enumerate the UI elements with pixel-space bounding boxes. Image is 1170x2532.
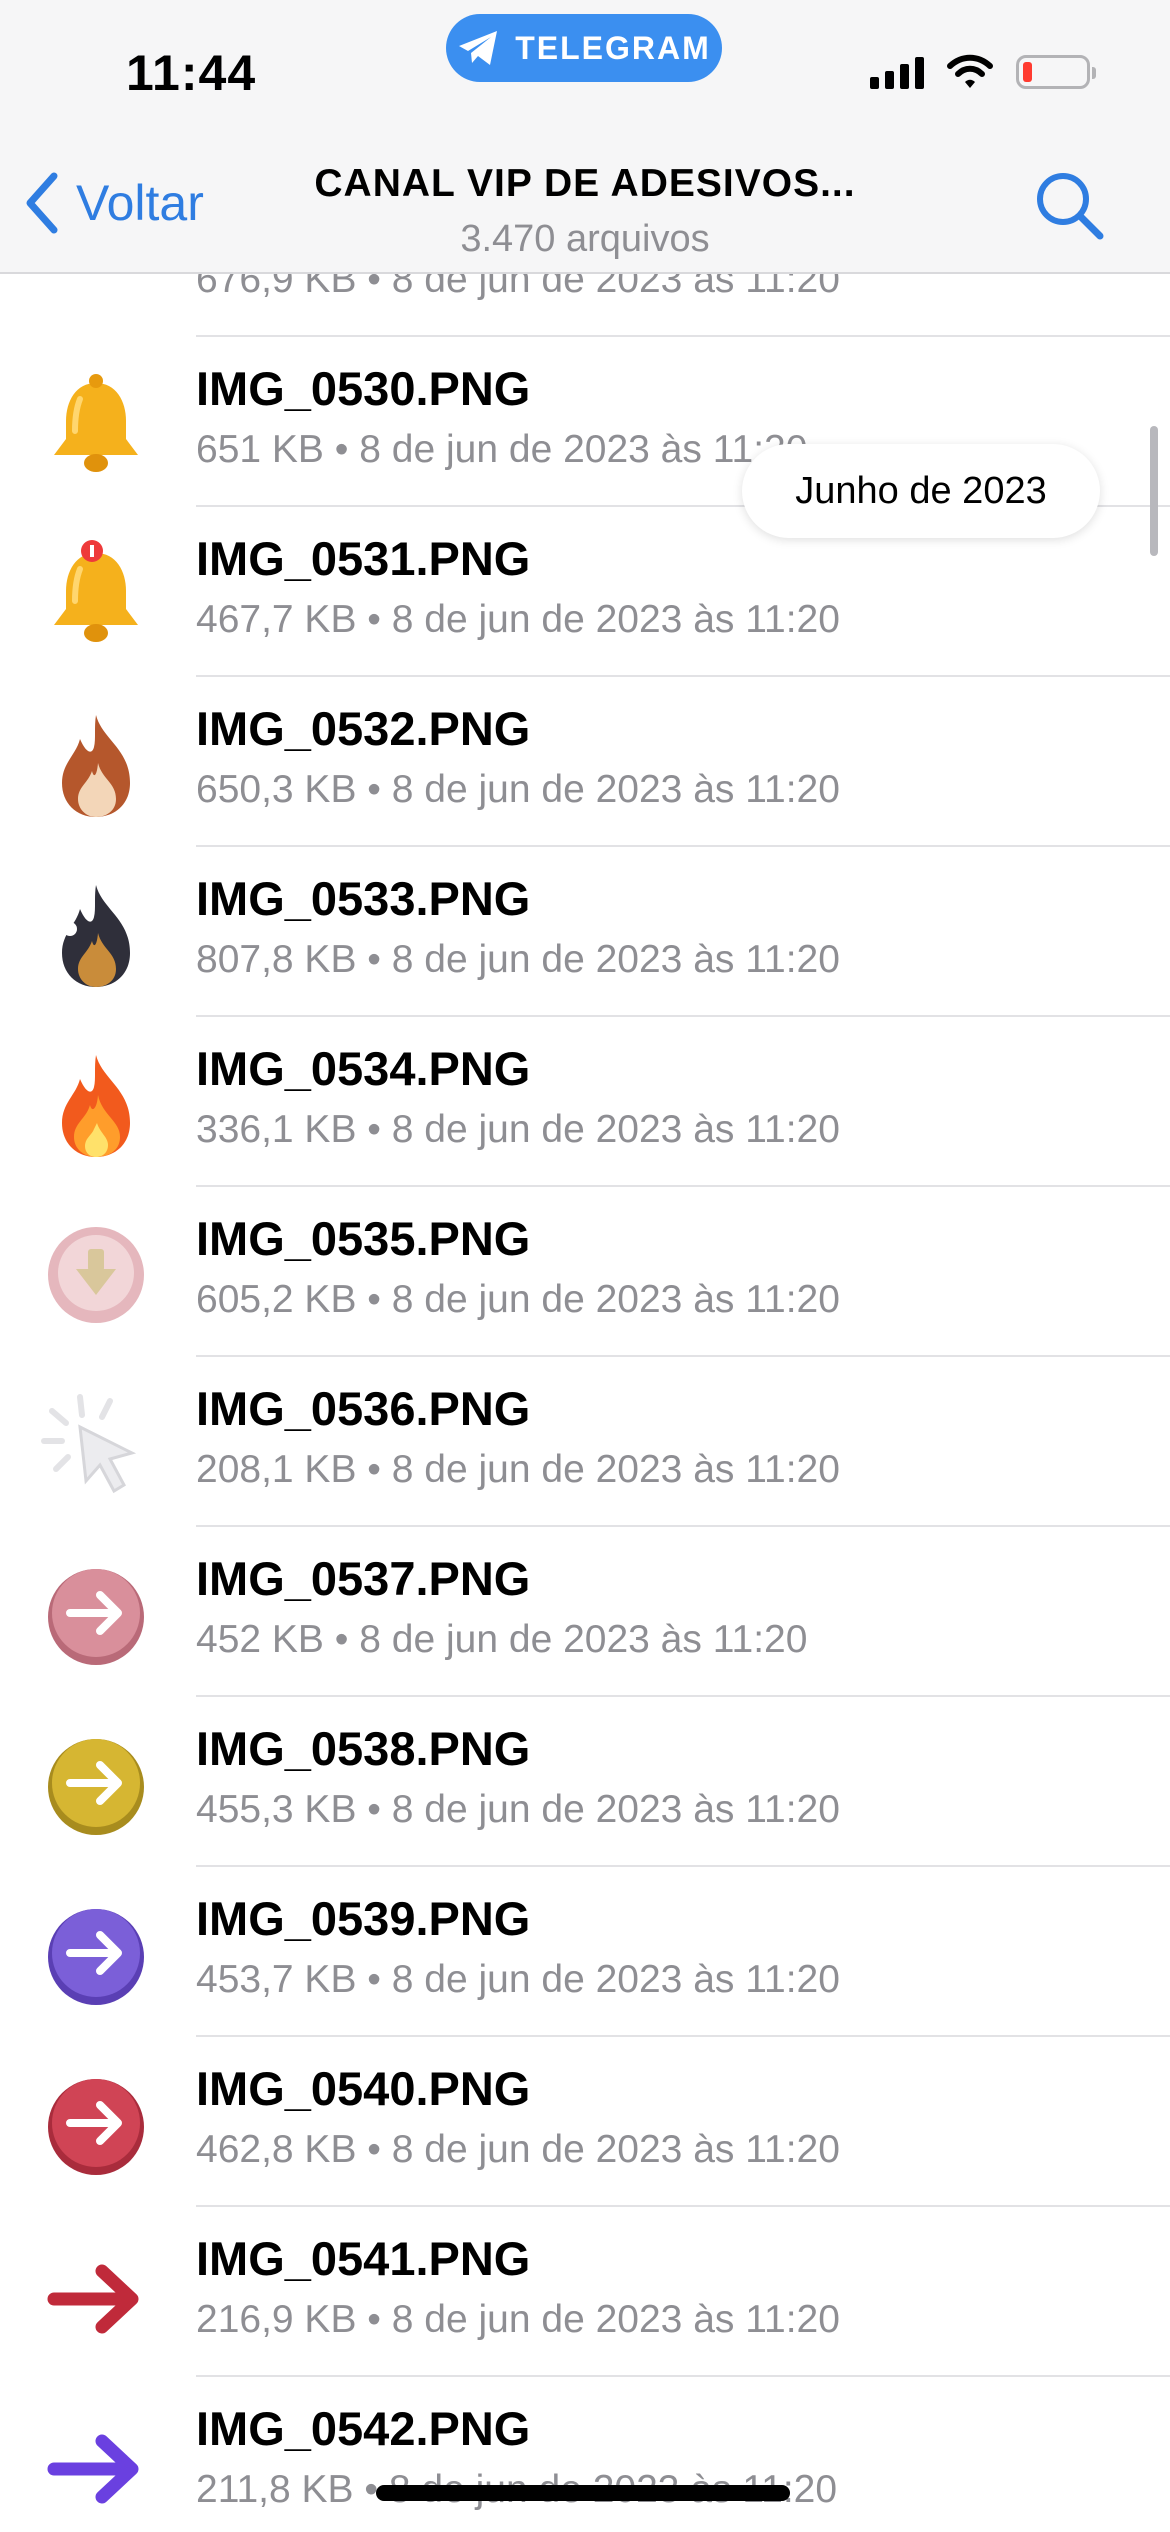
status-icons — [870, 54, 1096, 90]
arrow-button-pink-icon — [40, 1559, 152, 1671]
header: 11:44 TELEGRAM Voltar CANAL VIP DE ADESI… — [0, 0, 1170, 274]
file-name: IMG_0542.PNG — [196, 2402, 531, 2455]
screen: 676,9 KB • 8 de jun de 2023 às 11:20 IMG… — [0, 0, 1170, 2532]
arrow-purple-icon — [40, 2409, 152, 2521]
telegram-icon — [459, 31, 498, 65]
file-meta: 807,8 KB • 8 de jun de 2023 às 11:20 — [196, 938, 840, 981]
file-meta: 452 KB • 8 de jun de 2023 às 11:20 — [196, 1618, 808, 1661]
file-name: IMG_0540.PNG — [196, 2062, 531, 2115]
file-name: IMG_0531.PNG — [196, 532, 531, 585]
file-count: 3.470 arquivos — [460, 218, 710, 260]
date-section-chip: Junho de 2023 — [742, 444, 1100, 538]
download-button-icon — [40, 1219, 152, 1331]
file-name: IMG_0541.PNG — [196, 2232, 531, 2285]
app-pill-label: TELEGRAM — [515, 29, 711, 66]
back-label: Voltar — [76, 175, 204, 231]
arrow-button-red-icon — [40, 2069, 152, 2181]
file-meta: 467,7 KB • 8 de jun de 2023 às 11:20 — [196, 598, 840, 641]
file-name: IMG_0533.PNG — [196, 872, 531, 925]
back-button[interactable]: Voltar — [22, 170, 204, 236]
file-name: IMG_0530.PNG — [196, 362, 531, 415]
file-name: IMG_0538.PNG — [196, 1722, 531, 1775]
battery-icon — [1016, 55, 1096, 89]
file-name: IMG_0534.PNG — [196, 1042, 531, 1095]
search-icon — [1037, 173, 1104, 240]
file-meta: 455,3 KB • 8 de jun de 2023 às 11:20 — [196, 1788, 840, 1831]
search-button[interactable] — [1030, 166, 1110, 246]
file-name: IMG_0532.PNG — [196, 702, 531, 755]
file-meta: 208,1 KB • 8 de jun de 2023 às 11:20 — [196, 1448, 840, 1491]
arrow-button-purple-icon — [40, 1899, 152, 2011]
channel-title: CANAL VIP DE ADESIVOS... — [314, 162, 856, 205]
file-meta: 216,9 KB • 8 de jun de 2023 às 11:20 — [196, 2298, 840, 2341]
file-row[interactable]: IMG_0537.PNG 452 KB • 8 de jun de 2023 à… — [0, 1527, 1170, 1697]
bell-icon — [40, 369, 152, 481]
chevron-left-icon — [26, 172, 58, 234]
wifi-icon — [947, 54, 993, 88]
file-row[interactable]: IMG_0536.PNG 208,1 KB • 8 de jun de 2023… — [0, 1357, 1170, 1527]
file-row[interactable]: IMG_0541.PNG 216,9 KB • 8 de jun de 2023… — [0, 2207, 1170, 2377]
file-row[interactable]: IMG_0533.PNG 807,8 KB • 8 de jun de 2023… — [0, 847, 1170, 1017]
home-indicator[interactable] — [376, 2485, 790, 2501]
scroll-indicator[interactable] — [1150, 426, 1158, 556]
file-meta: 336,1 KB • 8 de jun de 2023 às 11:20 — [196, 1108, 840, 1151]
return-to-app-pill[interactable]: TELEGRAM — [446, 14, 722, 82]
battery-level — [1023, 62, 1032, 82]
file-row[interactable]: IMG_0540.PNG 462,8 KB • 8 de jun de 2023… — [0, 2037, 1170, 2207]
fire-brown-icon — [40, 709, 152, 821]
file-name: IMG_0537.PNG — [196, 1552, 531, 1605]
file-name: IMG_0539.PNG — [196, 1892, 531, 1945]
file-row[interactable]: IMG_0539.PNG 453,7 KB • 8 de jun de 2023… — [0, 1867, 1170, 2037]
cursor-click-icon — [40, 1389, 152, 1501]
fire-dark-icon — [40, 879, 152, 991]
arrow-red-icon — [40, 2239, 152, 2351]
file-meta: 651 KB • 8 de jun de 2023 às 11:20 — [196, 428, 808, 471]
file-row[interactable]: IMG_0535.PNG 605,2 KB • 8 de jun de 2023… — [0, 1187, 1170, 1357]
file-name: IMG_0536.PNG — [196, 1382, 531, 1435]
fire-icon — [40, 1049, 152, 1161]
file-meta: 650,3 KB • 8 de jun de 2023 às 11:20 — [196, 768, 840, 811]
file-meta: 605,2 KB • 8 de jun de 2023 às 11:20 — [196, 1278, 840, 1321]
arrow-button-gold-icon — [40, 1729, 152, 1841]
file-row[interactable]: IMG_0538.PNG 455,3 KB • 8 de jun de 2023… — [0, 1697, 1170, 1867]
file-name: IMG_0535.PNG — [196, 1212, 531, 1265]
file-row[interactable]: IMG_0534.PNG 336,1 KB • 8 de jun de 2023… — [0, 1017, 1170, 1187]
bell-notification-icon — [40, 539, 152, 651]
signal-icon — [870, 55, 924, 89]
file-row[interactable]: IMG_0532.PNG 650,3 KB • 8 de jun de 2023… — [0, 677, 1170, 847]
file-row[interactable]: IMG_0542.PNG 211,8 KB • 8 de jun de 2023… — [0, 2377, 1170, 2532]
file-meta: 453,7 KB • 8 de jun de 2023 às 11:20 — [196, 1958, 840, 2001]
status-time: 11:44 — [126, 45, 257, 101]
file-meta: 462,8 KB • 8 de jun de 2023 às 11:20 — [196, 2128, 840, 2171]
